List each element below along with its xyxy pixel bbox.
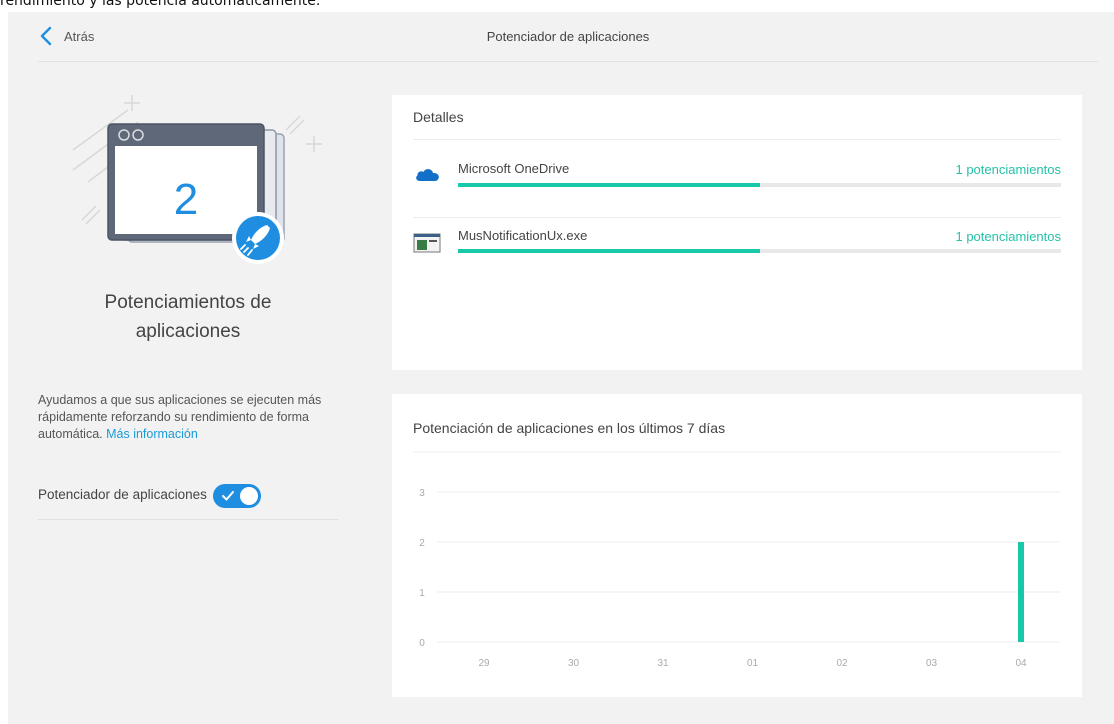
divider (413, 139, 1061, 140)
boosts-heading-line1: Potenciamientos de (104, 292, 272, 313)
check-icon (221, 491, 234, 501)
progress-fill (458, 183, 760, 187)
y-tick-label: 1 (419, 588, 425, 599)
boosts-description: Ayudamos a que sus aplicaciones se ejecu… (38, 392, 338, 443)
app-booster-window: Atrás Potenciador de aplicaciones 2 Pote… (8, 12, 1114, 724)
page-caption: rendimiento y las potencia automáticamen… (0, 0, 321, 9)
x-tick-label: 30 (568, 658, 580, 669)
divider (413, 217, 1061, 218)
app-name: Microsoft OneDrive (458, 161, 570, 176)
more-info-link[interactable]: Más información (106, 427, 198, 441)
boost-count-link[interactable]: 1 potenciamientos (955, 229, 1061, 244)
boost-history-chart: 012329 30 31 01 02 03 04 (413, 451, 1061, 669)
details-title: Detalles (413, 109, 464, 125)
y-tick-label: 2 (419, 538, 425, 549)
x-tick-label: 02 (836, 658, 848, 669)
app-name: MusNotificationUx.exe (458, 228, 588, 243)
list-item-onedrive[interactable]: Microsoft OneDrive 1 potenciamientos (413, 157, 1082, 217)
boost-history-chart-card: 0 1 2 3 29 30 31 01 02 03 04 Potenciación de aplic… (392, 394, 1082, 697)
boosts-heading: Potenciamientos de aplicaciones (38, 288, 338, 346)
rocket-icon (232, 212, 284, 264)
x-tick-label: 31 (657, 658, 669, 669)
details-card: Detalles Microsoft OneDrive 1 potenciami… (392, 95, 1082, 370)
boost-count: 2 (174, 175, 198, 224)
progress-bar (458, 183, 1061, 187)
onedrive-cloud-icon (416, 169, 439, 181)
exe-window-icon (413, 233, 441, 253)
x-tick-label: 03 (926, 658, 938, 669)
boost-count-link[interactable]: 1 potenciamientos (955, 162, 1061, 177)
boosts-heading-line2: aplicaciones (135, 321, 241, 342)
toggle-label: Potenciador de aplicaciones (38, 487, 207, 502)
app-booster-toggle[interactable] (212, 484, 261, 508)
progress-bar (458, 249, 1061, 253)
page-title: Potenciador de aplicaciones (486, 29, 650, 44)
chart-title: Potenciación de aplicaciones en los últi… (413, 420, 726, 436)
progress-fill (458, 249, 760, 253)
x-tick-label: 29 (478, 658, 490, 669)
app-booster-toggle-row: Potenciador de aplicaciones (38, 484, 338, 520)
x-tick-label: 01 (747, 658, 759, 669)
toggle-knob (239, 487, 258, 505)
x-tick-label: 04 (1015, 658, 1027, 669)
y-tick-label: 3 (419, 488, 425, 499)
app-boost-illustration: 2 (72, 95, 322, 264)
header: Atrás Potenciador de aplicaciones (38, 12, 1098, 62)
chart-bar (1018, 542, 1024, 642)
y-tick-label: 0 (419, 638, 425, 649)
list-item-musnotification[interactable]: MusNotificationUx.exe 1 potenciamientos (413, 223, 1082, 283)
